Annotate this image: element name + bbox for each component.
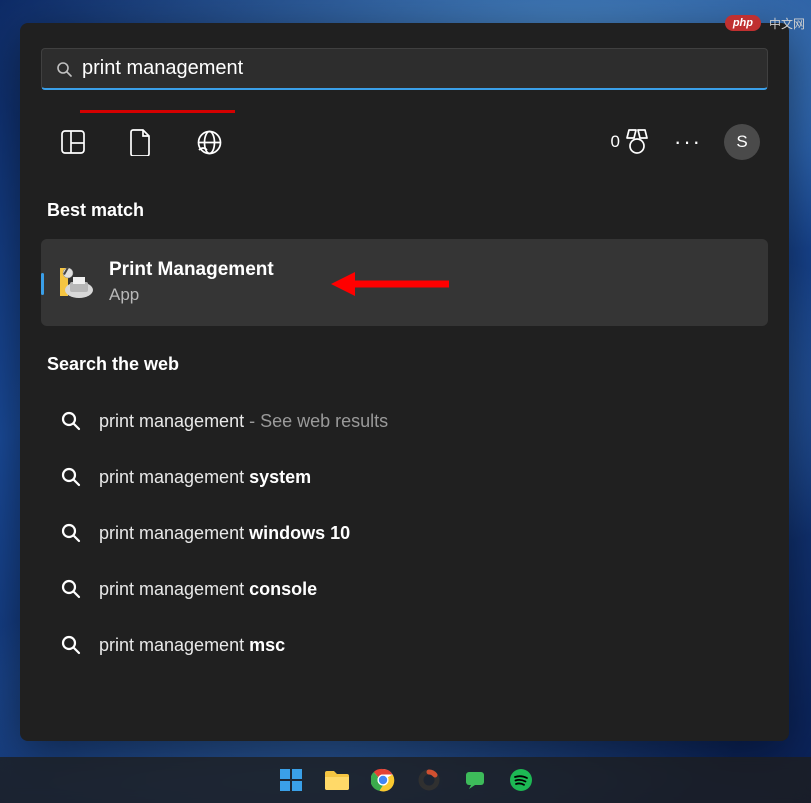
search-icon — [61, 411, 81, 431]
chat-icon — [464, 769, 486, 791]
start-search-panel: 0 ··· S Best match Print Management App — [20, 23, 789, 741]
best-match-title: Print Management — [109, 258, 274, 283]
taskbar-app-1[interactable] — [414, 765, 444, 795]
search-icon — [61, 635, 81, 655]
taskbar-right: php 中文网 — [725, 0, 805, 46]
annotation-arrow — [331, 269, 451, 299]
user-avatar[interactable]: S — [724, 124, 760, 160]
start-button[interactable] — [276, 765, 306, 795]
document-icon — [129, 128, 153, 156]
search-icon — [61, 467, 81, 487]
filter-documents-button[interactable] — [117, 118, 165, 166]
avatar-initial: S — [736, 132, 747, 152]
web-result-2[interactable]: print management windows 10 — [41, 505, 768, 561]
web-result-text: print management msc — [99, 635, 285, 656]
best-match-subtitle: App — [109, 283, 274, 307]
taskbar[interactable] — [0, 757, 811, 803]
web-result-text: print management console — [99, 579, 317, 600]
web-result-4[interactable]: print management msc — [41, 617, 768, 673]
more-button[interactable]: ··· — [668, 129, 708, 155]
web-result-3[interactable]: print management console — [41, 561, 768, 617]
best-match-header: Best match — [47, 200, 768, 221]
filter-web-button[interactable] — [185, 118, 233, 166]
search-icon — [61, 523, 81, 543]
chrome-icon — [371, 768, 395, 792]
search-filter-row: 0 ··· S — [41, 118, 768, 166]
apps-icon — [60, 129, 86, 155]
web-result-1[interactable]: print management system — [41, 449, 768, 505]
taskbar-file-explorer[interactable] — [322, 765, 352, 795]
rewards-button[interactable]: 0 — [611, 129, 648, 155]
taskbar-spotify[interactable] — [506, 765, 536, 795]
search-box[interactable] — [41, 48, 768, 90]
best-match-result[interactable]: Print Management App — [41, 239, 768, 326]
search-input[interactable] — [82, 57, 753, 80]
taskbar-chrome[interactable] — [368, 765, 398, 795]
taskbar-app-2[interactable] — [460, 765, 490, 795]
search-icon — [61, 579, 81, 599]
watermark-text: 中文网 — [769, 15, 805, 32]
web-result-text: print management windows 10 — [99, 523, 350, 544]
ellipsis-icon: ··· — [674, 129, 702, 154]
annotation-underline — [80, 110, 235, 113]
web-result-0[interactable]: print management - See web results — [41, 393, 768, 449]
filter-apps-button[interactable] — [49, 118, 97, 166]
search-web-header: Search the web — [47, 354, 768, 375]
rewards-count: 0 — [611, 132, 620, 152]
web-result-text: print management system — [99, 467, 311, 488]
medal-icon — [626, 129, 648, 155]
watermark-badge: php — [725, 15, 761, 31]
globe-icon — [196, 129, 223, 156]
ring-icon — [418, 769, 440, 791]
windows-logo-icon — [279, 768, 303, 792]
spotify-icon — [509, 768, 533, 792]
web-result-text: print management - See web results — [99, 411, 388, 432]
selection-indicator — [41, 273, 44, 295]
print-management-icon — [59, 265, 95, 301]
folder-icon — [324, 769, 350, 791]
search-icon — [56, 61, 72, 77]
